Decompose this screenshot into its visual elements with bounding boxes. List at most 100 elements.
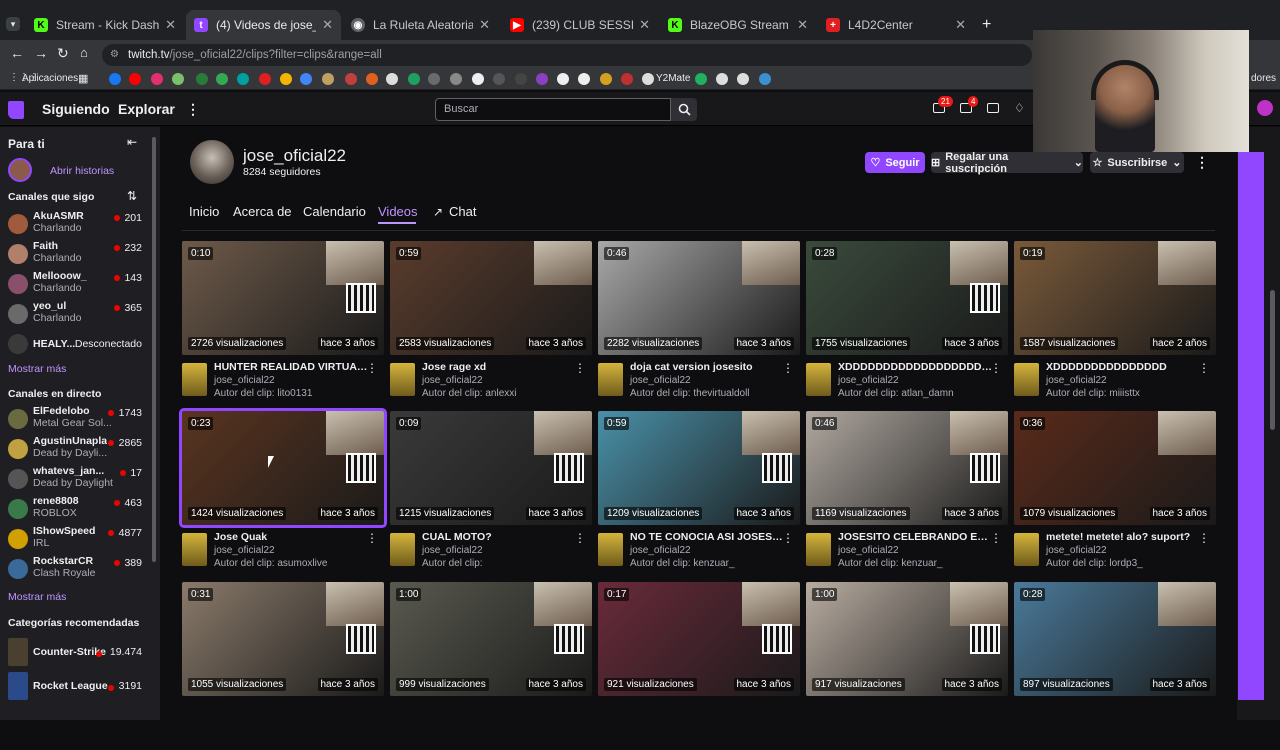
sidebar-channel[interactable]: RockstarCR Clash Royale 389 — [0, 555, 152, 585]
browser-tab[interactable]: K Stream - Kick Dashboard ✕ — [26, 10, 184, 40]
clip-channel[interactable]: jose_oficial22 — [1046, 545, 1107, 556]
channel-avatar[interactable] — [190, 140, 234, 184]
clip-card[interactable]: 0:46 2282 visualizaciones hace 3 años do… — [598, 241, 800, 409]
bookmark-icon[interactable] — [428, 73, 440, 85]
clip-card[interactable]: 1:00 999 visualizaciones hace 3 años — [390, 582, 592, 750]
nav-following[interactable]: Siguiendo — [42, 101, 110, 117]
game-boxart[interactable] — [1014, 533, 1039, 566]
bookmark-icon[interactable] — [578, 73, 590, 85]
sidebar-channel[interactable]: HEALY... Desconectado — [0, 330, 152, 360]
clip-more-icon[interactable]: ⋮ — [574, 531, 586, 545]
clip-thumbnail[interactable]: 1:00 917 visualizaciones hace 3 años — [806, 582, 1008, 696]
clip-card[interactable]: 0:31 1055 visualizaciones hace 3 años — [182, 582, 384, 750]
sidebar-channel[interactable]: ElFedelobo Metal Gear Sol... 1743 — [0, 405, 152, 435]
forward-icon[interactable]: → — [34, 45, 48, 61]
search-button[interactable] — [671, 98, 697, 121]
clip-title[interactable]: Jose Quak — [214, 531, 369, 543]
sidebar-channel[interactable]: Mellooow_ Charlando 143 — [0, 270, 152, 300]
sidebar-category[interactable]: Counter-Strike 19.474 — [0, 638, 152, 670]
clip-thumbnail[interactable]: 0:28 897 visualizaciones hace 3 años — [1014, 582, 1216, 696]
clip-thumbnail[interactable]: 0:23 1424 visualizaciones hace 3 años — [179, 408, 387, 528]
show-more-followed[interactable]: Mostrar más — [8, 363, 66, 375]
clip-card[interactable]: 0:59 1209 visualizaciones hace 3 años NO… — [598, 411, 800, 579]
clip-title[interactable]: NO TE CONOCIA ASI JOSESITO D: — [630, 531, 785, 543]
close-tab-icon[interactable]: ✕ — [165, 17, 176, 33]
clip-card[interactable]: 0:10 2726 visualizaciones hace 3 años HU… — [182, 241, 384, 409]
sidebar-channel[interactable]: whatevs_jan... +1 Dead by Daylight 17 — [0, 465, 152, 495]
clip-thumbnail[interactable]: 0:09 1215 visualizaciones hace 3 años — [390, 411, 592, 525]
clip-channel[interactable]: jose_oficial22 — [838, 375, 899, 386]
sidebar-channel[interactable]: AkuASMR Charlando 201 — [0, 210, 152, 240]
y2mate-icon[interactable] — [642, 73, 654, 85]
browser-tab-active[interactable]: t (4) Videos de jose_oficial22 - Tw ✕ — [186, 10, 341, 40]
clip-more-icon[interactable]: ⋮ — [1198, 361, 1210, 375]
clip-author[interactable]: Autor del clip: asumoxlive — [214, 558, 327, 569]
game-boxart[interactable] — [1014, 363, 1039, 396]
bookmark-icon[interactable] — [695, 73, 707, 85]
clip-card[interactable]: 0:28 897 visualizaciones hace 3 años — [1014, 582, 1216, 750]
clip-card[interactable]: 0:19 1587 visualizaciones hace 2 años XD… — [1014, 241, 1216, 409]
clip-more-icon[interactable]: ⋮ — [990, 531, 1002, 545]
bookmark-icon[interactable] — [196, 73, 208, 85]
bookmark-icon[interactable] — [472, 73, 484, 85]
reload-icon[interactable]: ↻ — [57, 45, 69, 62]
clip-author[interactable]: Autor del clip: lito0131 — [214, 388, 312, 399]
bookmark-icon[interactable] — [259, 73, 271, 85]
game-boxart[interactable] — [806, 363, 831, 396]
more-options-icon[interactable]: ⋮ — [186, 101, 200, 118]
sidebar-category[interactable]: Rocket League 3191 — [0, 672, 152, 704]
clip-thumbnail[interactable]: 0:28 1755 visualizaciones hace 3 años — [806, 241, 1008, 355]
follow-button[interactable]: ♡ Seguir — [865, 152, 925, 173]
bookmark-icon[interactable] — [600, 73, 612, 85]
clip-author[interactable]: Autor del clip: kenzuar_ — [630, 558, 735, 569]
game-boxart[interactable] — [390, 533, 415, 566]
clip-author[interactable]: Autor del clip: anlexxi — [422, 388, 517, 399]
nav-explore[interactable]: Explorar — [118, 101, 175, 117]
clip-author[interactable]: Autor del clip: kenzuar_ — [838, 558, 943, 569]
url-field[interactable]: ⚙ twitch.tv/jose_oficial22/clips?filter=… — [102, 44, 1032, 66]
game-boxart[interactable] — [182, 363, 207, 396]
browser-tab[interactable]: ▶ (239) CLUB SESSION #01 | (DJ S ✕ — [502, 10, 658, 40]
game-boxart[interactable] — [598, 363, 623, 396]
tab-home[interactable]: Inicio — [189, 204, 219, 219]
close-tab-icon[interactable]: ✕ — [797, 17, 808, 33]
clip-channel[interactable]: jose_oficial22 — [838, 545, 899, 556]
stories-avatar[interactable] — [8, 158, 32, 182]
game-boxart[interactable] — [390, 363, 415, 396]
game-boxart[interactable] — [182, 533, 207, 566]
clip-author[interactable]: Autor del clip: — [422, 558, 483, 569]
chat-icon[interactable] — [987, 103, 999, 113]
sidebar-channel[interactable]: rene8808 ROBLOX 463 — [0, 495, 152, 525]
show-more-live[interactable]: Mostrar más — [8, 591, 66, 603]
bookmark-icon[interactable] — [493, 73, 505, 85]
bookmark-icon[interactable] — [557, 73, 569, 85]
clip-more-icon[interactable]: ⋮ — [990, 361, 1002, 375]
clip-card[interactable]: 0:36 1079 visualizaciones hace 3 años me… — [1014, 411, 1216, 579]
clip-author[interactable]: Autor del clip: lordp3_ — [1046, 558, 1143, 569]
site-info-icon[interactable]: ⚙ — [110, 44, 119, 66]
sort-icon[interactable]: ⇅ — [127, 189, 137, 203]
clip-channel[interactable]: jose_oficial22 — [630, 375, 691, 386]
clip-card[interactable]: 0:59 2583 visualizaciones hace 3 años Jo… — [390, 241, 592, 409]
game-boxart[interactable] — [806, 533, 831, 566]
bookmark-icon[interactable] — [536, 73, 548, 85]
clip-thumbnail[interactable]: 0:19 1587 visualizaciones hace 2 años — [1014, 241, 1216, 355]
bookmark-icon[interactable] — [345, 73, 357, 85]
tab-search-icon[interactable]: ▾ — [6, 17, 20, 31]
clip-thumbnail[interactable]: 0:46 1169 visualizaciones hace 3 años — [806, 411, 1008, 525]
clip-more-icon[interactable]: ⋮ — [366, 361, 378, 375]
clip-thumbnail[interactable]: 0:17 921 visualizaciones hace 3 años — [598, 582, 800, 696]
bookmark-icon[interactable] — [737, 73, 749, 85]
bookmark-icon[interactable] — [716, 73, 728, 85]
clip-more-icon[interactable]: ⋮ — [782, 361, 794, 375]
clip-card[interactable]: 1:00 917 visualizaciones hace 3 años — [806, 582, 1008, 750]
clip-more-icon[interactable]: ⋮ — [782, 531, 794, 545]
clip-thumbnail[interactable]: 0:46 2282 visualizaciones hace 3 años — [598, 241, 800, 355]
sidebar-channel[interactable]: yeo_ul Charlando 365 — [0, 300, 152, 330]
bookmark-icon[interactable] — [759, 73, 771, 85]
bookmark-icon[interactable] — [386, 73, 398, 85]
clip-channel[interactable]: jose_oficial22 — [214, 375, 275, 386]
clip-channel[interactable]: jose_oficial22 — [630, 545, 691, 556]
home-icon[interactable]: ⌂ — [80, 45, 88, 60]
gift-sub-button[interactable]: ⊞ Regalar una suscripción ⌄ — [931, 151, 1083, 175]
